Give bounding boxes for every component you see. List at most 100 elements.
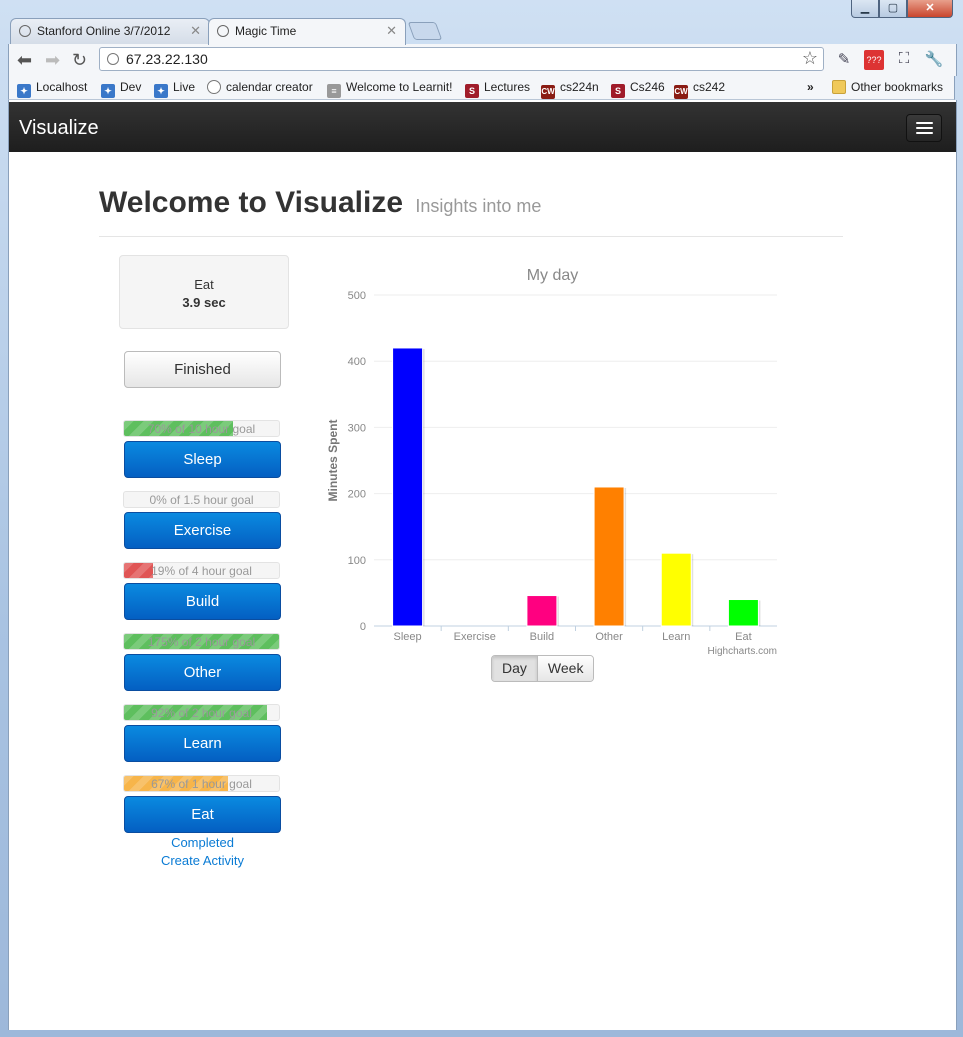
app-navbar: Visualize <box>9 102 956 152</box>
tab-magic-time[interactable]: Magic Time ✕ <box>208 18 406 45</box>
reload-icon[interactable]: ↻ <box>72 50 87 71</box>
bookmarks-overflow-icon[interactable]: » <box>807 80 814 94</box>
extension-icon[interactable]: ??? <box>864 50 884 70</box>
bookmark-lectures[interactable]: S Lectures <box>465 80 530 98</box>
create-activity-link[interactable]: Create Activity <box>124 853 281 868</box>
bookmarks-bar: ✦ Localhost ✦ Dev ✦ Live calendar creator ≡… <box>8 76 955 100</box>
goal-progress-bar: 70% of 10 hour goal <box>123 420 280 437</box>
bookmark-learnit[interactable]: ≡ Welcome to Learnit! <box>327 80 453 98</box>
bookmark-label: Cs246 <box>630 80 665 94</box>
progress-label: 67% of 1 hour goal <box>151 777 252 791</box>
tab-stanford-online[interactable]: Stanford Online 3/7/2012 ✕ <box>10 18 210 44</box>
bar-other <box>593 486 625 627</box>
hamburger-icon <box>916 122 933 124</box>
x-tick-label: Sleep <box>394 631 422 643</box>
address-bar[interactable]: 67.23.22.130 ☆ <box>99 47 824 71</box>
bookmark-dev[interactable]: ✦ Dev <box>101 80 141 98</box>
bookmark-label: Welcome to Learnit! <box>346 80 453 94</box>
wrench-icon[interactable]: 🔧 <box>924 50 944 70</box>
hamburger-icon <box>916 127 933 129</box>
x-tick-label: Learn <box>662 631 690 643</box>
bar-sleep <box>392 347 424 627</box>
activity-button-learn[interactable]: Learn <box>124 725 281 762</box>
y-tick-label: 200 <box>348 489 366 501</box>
activity-button-eat[interactable]: Eat <box>124 796 281 833</box>
current-activity-timer: Eat 3.9 sec <box>119 255 289 329</box>
x-tick-label: Eat <box>735 631 752 643</box>
other-bookmarks[interactable]: Other bookmarks <box>832 80 943 94</box>
url-text: 67.23.22.130 <box>126 51 208 67</box>
close-tab-icon[interactable]: ✕ <box>190 23 201 39</box>
globe-icon <box>217 25 229 37</box>
progress-label: 0% of 1.5 hour goal <box>149 493 254 507</box>
browser-toolbar: ⬅ ➡ ↻ 67.23.22.130 ☆ ✎ ??? ⛶ 🔧 <box>8 44 957 76</box>
activity-button-sleep[interactable]: Sleep <box>124 441 281 478</box>
elapsed-time: 3.9 sec <box>182 295 226 310</box>
chart-title: My day <box>527 267 579 284</box>
fullscreen-icon[interactable]: ⛶ <box>894 50 914 70</box>
bookmark-star-icon[interactable]: ☆ <box>802 48 818 69</box>
activity-button-exercise[interactable]: Exercise <box>124 512 281 549</box>
day-button[interactable]: Day <box>492 656 538 681</box>
bookmark-cs242[interactable]: CW cs242 <box>674 80 725 99</box>
bookmark-label: cs224n <box>560 80 599 94</box>
y-tick-label: 100 <box>348 555 366 567</box>
globe-icon <box>19 25 31 37</box>
bird-icon: ✦ <box>17 84 31 98</box>
activity-button-build[interactable]: Build <box>124 583 281 620</box>
bookmark-label: Other bookmarks <box>851 80 944 94</box>
y-axis-title: Minutes Spent <box>326 419 340 501</box>
hamburger-icon <box>916 132 933 134</box>
range-toggle: Day Week <box>491 655 595 682</box>
cw-icon: CW <box>674 85 688 99</box>
divider <box>99 236 843 237</box>
bookmark-live[interactable]: ✦ Live <box>154 80 195 98</box>
week-button[interactable]: Week <box>537 656 594 681</box>
chart-svg: My day 0 100 200 300 400 500 Minutes Spent Sleep… <box>326 267 777 657</box>
bird-icon: ✦ <box>101 84 115 98</box>
x-tick-label: Build <box>530 631 554 643</box>
bookmark-calendar-creator[interactable]: calendar creator <box>207 80 313 94</box>
menu-toggle-button[interactable] <box>906 114 942 142</box>
bar-learn <box>660 552 692 627</box>
goal-progress-bar: 19% of 4 hour goal <box>123 562 280 579</box>
eyedropper-icon[interactable]: ✎ <box>834 50 854 70</box>
progress-label: 70% of 10 hour goal <box>147 422 256 436</box>
bookmark-label: Dev <box>120 80 142 94</box>
minimize-button[interactable]: ▁ <box>851 0 879 18</box>
bookmark-cs246[interactable]: S Cs246 <box>611 80 665 98</box>
completed-link[interactable]: Completed <box>124 835 281 850</box>
goal-progress-bar: 175% of 2 hour goal <box>123 633 280 650</box>
tab-strip: Stanford Online 3/7/2012 ✕ Magic Time ✕ … <box>0 0 963 45</box>
cw-icon: CW <box>541 85 555 99</box>
brand-link[interactable]: Visualize <box>19 117 99 140</box>
bookmark-label: calendar creator <box>226 80 313 94</box>
tab-title: Magic Time <box>235 24 297 38</box>
close-tab-icon[interactable]: ✕ <box>386 23 397 39</box>
bookmark-cs224n[interactable]: CW cs224n <box>541 80 599 99</box>
progress-label: 175% of 2 hour goal <box>147 635 256 649</box>
bookmark-localhost[interactable]: ✦ Localhost <box>17 80 87 98</box>
y-tick-label: 500 <box>348 290 366 302</box>
s-icon: S <box>465 84 479 98</box>
finished-button[interactable]: Finished <box>124 351 281 388</box>
close-window-button[interactable]: ✕ <box>907 0 953 18</box>
y-tick-label: 400 <box>348 356 366 368</box>
globe-icon <box>107 53 119 65</box>
browser-window: Stanford Online 3/7/2012 ✕ Magic Time ✕ … <box>0 0 963 1037</box>
forward-arrow-icon[interactable]: ➡ <box>45 50 60 71</box>
goal-progress-bar: 92% of 2 hour goal <box>123 704 280 721</box>
activity-button-other[interactable]: Other <box>124 654 281 691</box>
maximize-button[interactable]: ▢ <box>879 0 907 18</box>
page-title: Welcome to Visualize Insights into me <box>99 186 541 220</box>
bar-build <box>526 595 558 627</box>
goal-progress-bar: 0% of 1.5 hour goal <box>123 491 280 508</box>
bookmark-label: cs242 <box>693 80 726 94</box>
new-tab-button[interactable] <box>407 22 443 40</box>
back-arrow-icon[interactable]: ⬅ <box>17 50 32 71</box>
bar-eat <box>727 599 759 627</box>
y-tick-label: 0 <box>360 621 366 633</box>
s-icon: S <box>611 84 625 98</box>
bookmark-label: Lectures <box>484 80 531 94</box>
folder-icon <box>832 80 846 94</box>
